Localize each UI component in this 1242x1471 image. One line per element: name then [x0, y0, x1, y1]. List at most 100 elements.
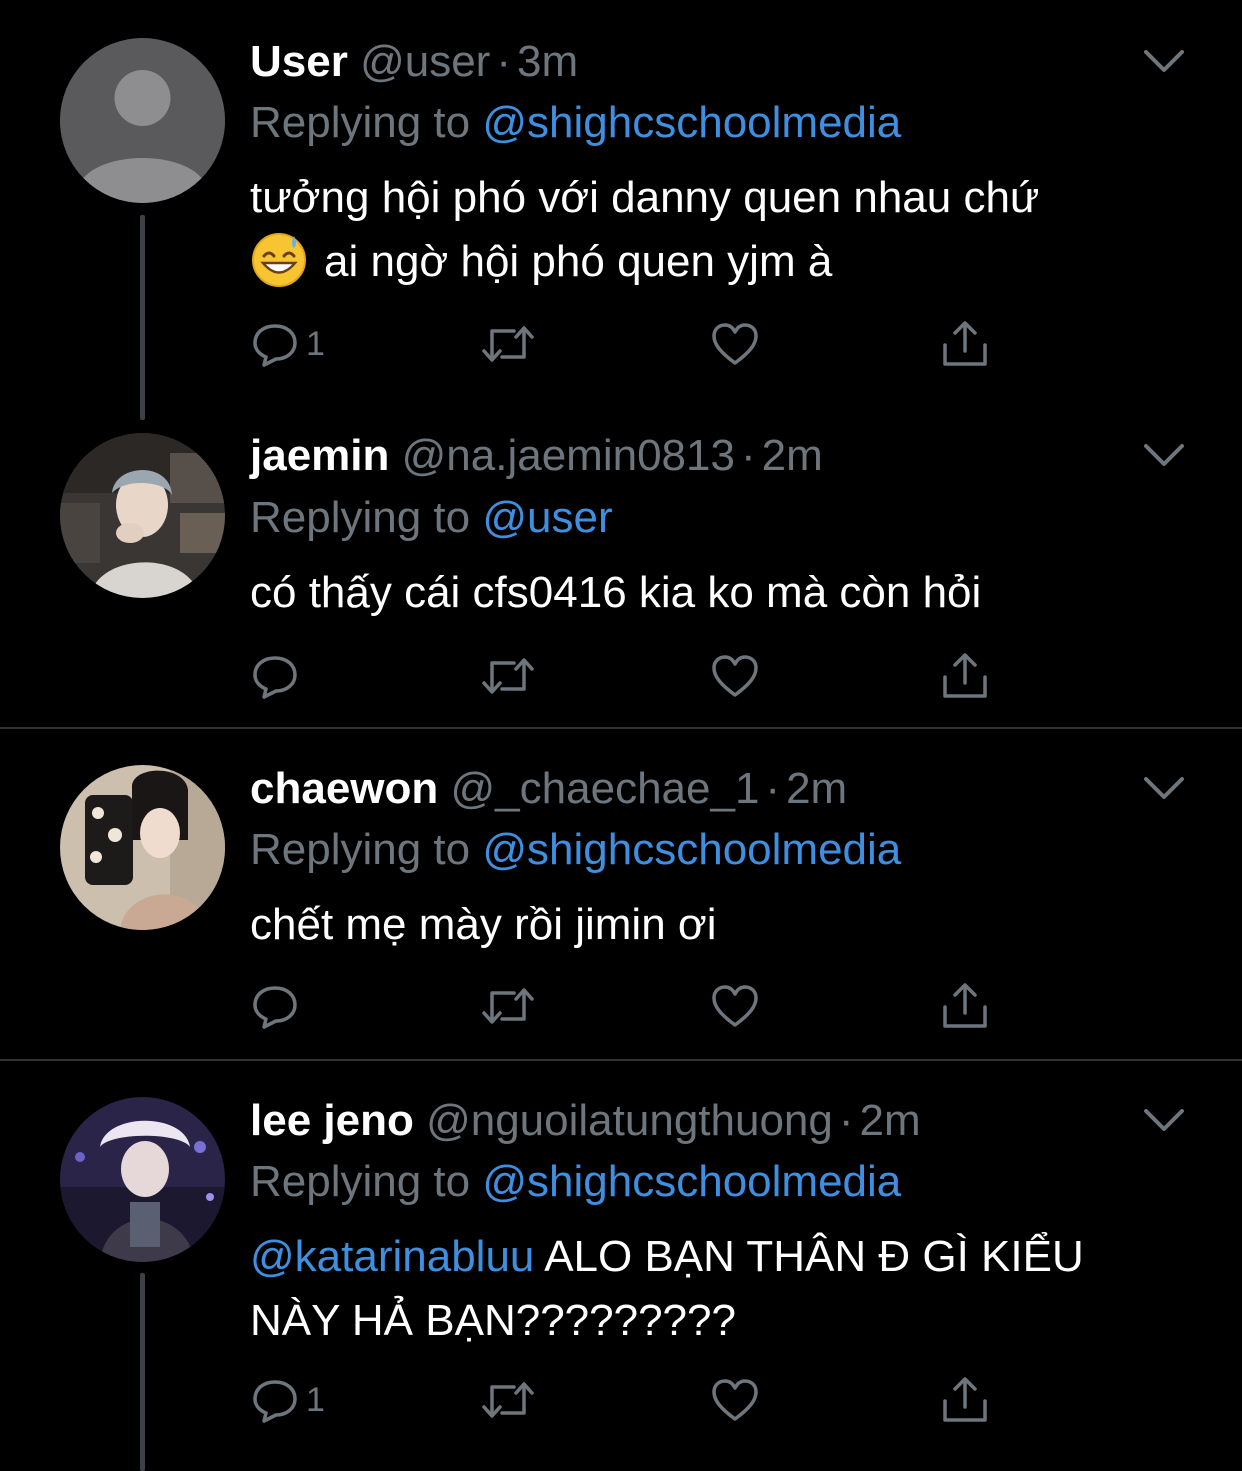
replying-prefix: Replying to — [250, 825, 471, 874]
reply-count: 1 — [306, 1380, 325, 1419]
reply-count: 1 — [306, 324, 325, 363]
tweet-header: lee jeno @nguoilatungthuong · 2m — [250, 1095, 921, 1147]
thread-line — [140, 215, 145, 420]
tweet-header: User @user · 3m — [250, 36, 578, 88]
retweet-icon — [482, 326, 534, 362]
action-bar — [250, 648, 1010, 704]
separator: · — [838, 1096, 854, 1145]
chevron-down-icon[interactable] — [1142, 1105, 1186, 1135]
handle[interactable]: @nguoilatungthuong — [426, 1096, 833, 1145]
thread-line — [140, 1273, 145, 1471]
handle[interactable]: @user — [360, 37, 490, 86]
reply-button[interactable]: 1 — [250, 1372, 325, 1428]
reply-button[interactable]: 1 — [250, 316, 325, 372]
like-icon — [712, 655, 758, 697]
retweet-icon — [482, 988, 534, 1024]
replying-to: Replying to @shighcschoolmedia — [250, 97, 901, 149]
share-button[interactable] — [940, 978, 990, 1034]
display-name[interactable]: jaemin — [250, 431, 389, 480]
tweet-text: tưởng hội phó với danny quen nhau chứ ai… — [250, 166, 1180, 294]
separator: · — [765, 764, 781, 813]
reply-icon — [253, 986, 297, 1029]
replying-to-link[interactable]: @shighcschoolmedia — [482, 98, 901, 147]
retweet-button[interactable] — [480, 978, 536, 1034]
tweet-text-line: chết mẹ mày rồi jimin ơi — [250, 900, 717, 949]
action-bar — [250, 978, 1010, 1034]
like-button[interactable] — [710, 316, 760, 372]
share-button[interactable] — [940, 316, 990, 372]
reply-button[interactable] — [250, 648, 306, 704]
tweet-text-line: tưởng hội phó với danny quen nhau chứ — [250, 173, 1040, 222]
tweet-text: @katarinabluu ALO BẠN THÂN Đ GÌ KIỂU NÀY… — [250, 1225, 1180, 1353]
separator: · — [496, 37, 511, 86]
tweet-text: chết mẹ mày rồi jimin ơi — [250, 893, 1180, 957]
reply-icon — [253, 656, 297, 699]
retweet-button[interactable] — [480, 648, 536, 704]
tweet-text-line: ai ngờ hội phó quen yjm à — [250, 230, 1180, 294]
replying-prefix: Replying to — [250, 1157, 471, 1206]
chevron-down-icon[interactable] — [1142, 46, 1186, 76]
tweet-text: có thấy cái cfs0416 kia ko mà còn hỏi — [250, 561, 1180, 625]
timestamp[interactable]: 3m — [517, 37, 578, 86]
replying-to-link[interactable]: @shighcschoolmedia — [482, 1157, 901, 1206]
retweet-button[interactable] — [480, 316, 536, 372]
replying-prefix: Replying to — [250, 493, 471, 542]
share-button[interactable] — [940, 648, 990, 704]
handle[interactable]: @_chaechae_1 — [451, 764, 760, 813]
retweet-icon — [482, 1382, 534, 1418]
reply-icon — [253, 1380, 297, 1423]
like-button[interactable] — [710, 648, 760, 704]
chevron-down-icon[interactable] — [1142, 773, 1186, 803]
share-icon — [943, 1377, 987, 1422]
like-icon — [712, 985, 758, 1027]
reply-icon — [253, 324, 297, 367]
default-avatar-icon — [60, 38, 225, 203]
share-icon — [943, 653, 987, 698]
profile-photo — [60, 433, 225, 598]
timestamp[interactable]: 2m — [762, 431, 823, 480]
like-icon — [712, 323, 758, 365]
tweet-2[interactable]: jaemin @na.jaemin0813 · 2m Replying to @us… — [0, 420, 1242, 728]
timestamp[interactable]: 2m — [786, 764, 847, 813]
share-icon — [943, 321, 987, 366]
handle[interactable]: @na.jaemin0813 — [402, 431, 735, 480]
avatar[interactable] — [60, 433, 225, 598]
tweet-3[interactable]: chaewon @_chaechae_1 · 2m Replying to @shi… — [0, 729, 1242, 1059]
retweet-icon — [482, 658, 534, 694]
tweet-text-line: có thấy cái cfs0416 kia ko mà còn hỏi — [250, 568, 982, 617]
share-button[interactable] — [940, 1372, 990, 1428]
display-name[interactable]: chaewon — [250, 764, 438, 813]
tweet-4[interactable]: lee jeno @nguoilatungthuong · 2m Replying … — [0, 1061, 1242, 1471]
like-button[interactable] — [710, 978, 760, 1034]
avatar[interactable] — [60, 1097, 225, 1262]
grinning-sweat-emoji — [252, 233, 306, 287]
tweet-1[interactable]: User @user · 3m Replying to @shighcschoolm… — [0, 0, 1242, 420]
replying-to: Replying to @shighcschoolmedia — [250, 1156, 901, 1208]
replying-to-link[interactable]: @shighcschoolmedia — [482, 825, 901, 874]
separator: · — [740, 431, 756, 480]
timestamp[interactable]: 2m — [860, 1096, 921, 1145]
like-icon — [712, 1379, 758, 1421]
retweet-button[interactable] — [480, 1372, 536, 1428]
tweet-header: chaewon @_chaechae_1 · 2m — [250, 763, 847, 815]
profile-photo — [60, 1097, 225, 1262]
tweet-text-line-2: ai ngờ hội phó quen yjm à — [324, 237, 833, 286]
tweet-text-line-1: ALO BẠN THÂN Đ GÌ KIỂU — [544, 1232, 1084, 1281]
action-bar: 1 — [250, 316, 1010, 372]
replying-to-link[interactable]: @user — [482, 493, 612, 542]
tweet-header: jaemin @na.jaemin0813 · 2m — [250, 430, 823, 482]
mention-link[interactable]: @katarinabluu — [250, 1232, 534, 1281]
display-name[interactable]: User — [250, 37, 348, 86]
replying-to: Replying to @shighcschoolmedia — [250, 824, 901, 876]
action-bar: 1 — [250, 1372, 1010, 1428]
reply-button[interactable] — [250, 978, 306, 1034]
tweet-text-line: NÀY HẢ BẠN????????? — [250, 1296, 736, 1345]
avatar[interactable] — [60, 765, 225, 930]
replying-prefix: Replying to — [250, 98, 471, 147]
share-icon — [943, 983, 987, 1028]
avatar[interactable] — [60, 38, 225, 203]
display-name[interactable]: lee jeno — [250, 1096, 414, 1145]
chevron-down-icon[interactable] — [1142, 440, 1186, 470]
replying-to: Replying to @user — [250, 492, 613, 544]
like-button[interactable] — [710, 1372, 760, 1428]
